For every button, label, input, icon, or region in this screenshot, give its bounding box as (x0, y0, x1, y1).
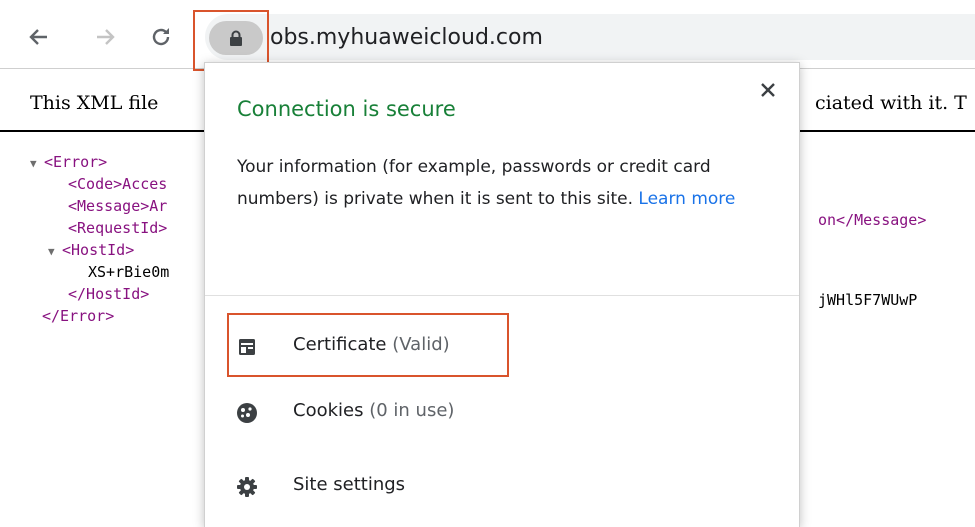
certificate-highlight-box (227, 313, 509, 377)
popup-divider (205, 295, 799, 296)
cookies-label: Cookies (0 in use) (293, 400, 455, 421)
xml-notice-text: This XML file (30, 92, 159, 114)
collapse-triangle-icon[interactable]: ▼ (48, 242, 62, 262)
xml-message-end: on</Message> (818, 211, 927, 229)
site-info-popup: Connection is secure Your information (f… (204, 62, 800, 527)
site-settings-label: Site settings (293, 474, 406, 495)
xml-message: <Message>Ar (68, 197, 168, 215)
url-text[interactable]: obs.myhuaweicloud.com (270, 22, 543, 54)
back-button[interactable] (24, 22, 54, 52)
popup-description: Your information (for example, passwords… (237, 151, 767, 215)
xml-hostid-value-end: jWHl5F7WUwP (818, 291, 918, 309)
xml-error-open: ▼ <Error> (30, 152, 107, 174)
xml-error-close: </Error> (42, 307, 115, 325)
browser-toolbar: obs.myhuaweicloud.com (0, 0, 975, 71)
site-settings-item[interactable]: Site settings (223, 457, 493, 517)
xml-code: <Code>Acces (68, 175, 168, 193)
collapse-triangle-icon[interactable]: ▼ (30, 154, 44, 174)
reload-icon (152, 28, 170, 46)
reload-button[interactable] (146, 22, 176, 52)
gear-icon (235, 475, 259, 499)
learn-more-link[interactable]: Learn more (638, 189, 735, 209)
popup-title: Connection is secure (237, 97, 456, 121)
close-button[interactable] (753, 75, 783, 105)
close-icon (761, 83, 775, 97)
xml-hostid-close: </HostId> (68, 285, 150, 303)
cookie-icon (235, 401, 259, 425)
arrow-right-icon (97, 29, 115, 45)
xml-hostid-value: XS+rBie0m (88, 263, 170, 281)
xml-notice-text-end: ciated with it. T (815, 92, 967, 114)
cookies-item[interactable]: Cookies (0 in use) (223, 383, 493, 443)
cookies-status: (0 in use) (369, 400, 455, 421)
forward-button[interactable] (90, 22, 120, 52)
xml-hostid-open: ▼ <HostId> (48, 240, 134, 262)
arrow-left-icon (29, 29, 47, 45)
xml-request-id: <RequestId> (68, 219, 168, 237)
